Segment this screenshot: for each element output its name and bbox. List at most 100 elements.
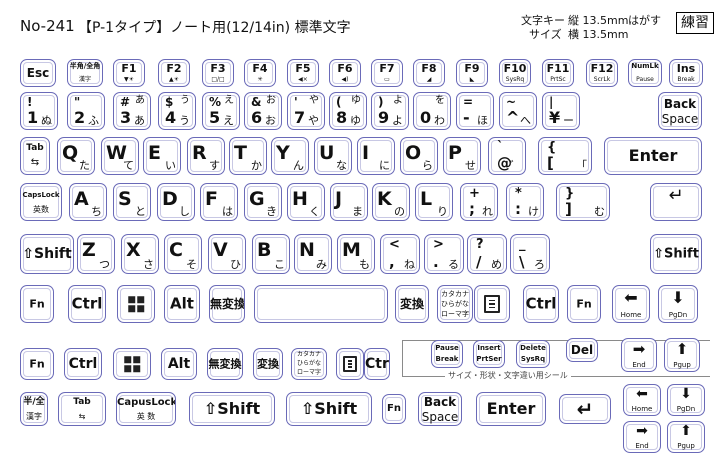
key-num-3[interactable]: # あ 3 あ: [113, 92, 151, 130]
key-num-5[interactable]: % え 5 え: [202, 92, 240, 130]
key-i[interactable]: Iに: [357, 137, 395, 175]
spare-s_win[interactable]: [113, 348, 151, 380]
spare-delete[interactable]: Delete SysRq: [516, 340, 550, 368]
key-q[interactable]: Qた: [57, 137, 95, 175]
key-r[interactable]: Rす: [187, 137, 225, 175]
key-bottom-kana[interactable]: カタカナ ひらがな ローマ字: [437, 285, 473, 323]
key-c[interactable]: Cそ: [164, 234, 202, 274]
spare-s_fn[interactable]: Fn: [20, 348, 54, 380]
key-ins[interactable]: Ins Break: [669, 59, 703, 87]
key-bottom-down[interactable]: ⬇ PgDn: [658, 285, 698, 323]
key-j[interactable]: Jま: [330, 183, 368, 221]
key-k[interactable]: Kの: [372, 183, 410, 221]
key-f5[interactable]: F5 ◀×: [287, 59, 319, 87]
spare-s_pgdn[interactable]: ⬇ PgDn: [667, 384, 705, 416]
key-f9[interactable]: F9 ◣: [456, 59, 488, 87]
key-num-2[interactable]: " 2 ふ: [67, 92, 105, 130]
key-num-backspace[interactable]: Back Space: [658, 92, 702, 130]
key-num-8[interactable]: (ゆ 8 ゆ: [329, 92, 367, 130]
key-f3[interactable]: F3 □/□: [202, 59, 234, 87]
key-x[interactable]: Xさ: [121, 234, 159, 274]
key-o[interactable]: Oら: [400, 137, 438, 175]
key-f2[interactable]: F2 ▲☀: [158, 59, 190, 87]
key-u[interactable]: Uな: [314, 137, 352, 175]
key-v[interactable]: Vひ: [208, 234, 246, 274]
key-hankaku[interactable]: 半角/全角 漢字: [67, 59, 103, 87]
spare-right_end[interactable]: ➡ End: [621, 338, 657, 372]
key-g[interactable]: Gき: [244, 183, 282, 221]
key-d[interactable]: Dし: [157, 183, 195, 221]
spare-s_henkan[interactable]: 変換: [253, 348, 283, 380]
key-num-caret[interactable]: ~ ^ へ: [499, 92, 537, 130]
spare-s_caps[interactable]: CapusLock 英 数: [116, 392, 176, 426]
key-comma[interactable]: <, ね: [380, 234, 420, 274]
spare-s_rshift[interactable]: ⇧Shift: [286, 392, 372, 426]
key-lshift[interactable]: ⇧Shift: [20, 234, 74, 274]
spare-s_lshift[interactable]: ⇧Shift: [189, 392, 275, 426]
spare-s_hankaku[interactable]: 半/全 漢字: [20, 392, 48, 426]
key-s[interactable]: Sと: [113, 183, 151, 221]
key-b[interactable]: Bこ: [252, 234, 290, 274]
key-f4[interactable]: F4 ✳: [244, 59, 276, 87]
spare-s_menu[interactable]: [336, 348, 364, 380]
key-f12[interactable]: F12 ScrLk: [586, 59, 618, 87]
key-colon[interactable]: *: け: [506, 183, 544, 221]
spare-s_enter[interactable]: Enter: [476, 392, 546, 426]
key-esc[interactable]: Esc: [20, 59, 56, 87]
key-bracket[interactable]: {[「: [538, 137, 592, 175]
key-n[interactable]: Nみ: [294, 234, 332, 274]
key-f7[interactable]: F7 ▭: [371, 59, 403, 87]
key-bottom-win[interactable]: [117, 285, 155, 323]
key-bottom-menu[interactable]: [474, 285, 510, 323]
key-slash[interactable]: ? / め: [467, 234, 507, 274]
key-num-4[interactable]: $ う 4 う: [158, 92, 196, 130]
spare-up_pgup[interactable]: ⬆ Pgup: [664, 338, 700, 372]
key-f11[interactable]: F11 PrtSc: [542, 59, 574, 87]
key-num-yen[interactable]: | ¥ ー: [542, 92, 580, 130]
key-p[interactable]: Pせ: [443, 137, 481, 175]
key-at[interactable]: ` @ ゛: [488, 137, 526, 175]
key-period[interactable]: >. る: [424, 234, 464, 274]
key-tab[interactable]: Tab ⇆: [20, 137, 50, 175]
key-f8[interactable]: F8 ◢: [413, 59, 445, 87]
key-backslash[interactable]: _ \ ろ: [510, 234, 550, 274]
key-bottom-henkan[interactable]: 変換: [395, 285, 429, 323]
spare-s_fn2[interactable]: Fn: [382, 394, 406, 424]
key-z[interactable]: Zつ: [77, 234, 115, 274]
key-t[interactable]: Tか: [229, 137, 267, 175]
key-bottom-rctrl[interactable]: Ctrl: [523, 285, 559, 323]
key-bottom-ctrl[interactable]: Ctrl: [68, 285, 106, 323]
key-l[interactable]: Lり: [415, 183, 453, 221]
key-numlk[interactable]: NumLk Pause: [628, 59, 662, 87]
spare-s_alt[interactable]: Alt: [161, 348, 197, 380]
spare-s_ctrl2[interactable]: Ctrl: [364, 348, 390, 380]
key-bottom-fn[interactable]: Fn: [20, 285, 54, 323]
key-num-9[interactable]: ) よ 9 よ: [371, 92, 409, 130]
key-num-0[interactable]: を0わ: [413, 92, 451, 130]
key-rshift[interactable]: ⇧Shift: [650, 234, 702, 274]
key-f1[interactable]: F1 ▼☀: [113, 59, 145, 87]
spare-s_pgup[interactable]: ⬆ Pgup: [667, 421, 705, 453]
key-bottom-alt[interactable]: Alt: [164, 285, 200, 323]
spare-s_kana[interactable]: カタカナ ひらがな ローマ字: [291, 348, 327, 380]
spare-s_home[interactable]: ⬅ Home: [623, 384, 661, 416]
key-semicolon[interactable]: +; れ: [460, 183, 498, 221]
key-enter2[interactable]: ↵: [650, 183, 702, 221]
key-h[interactable]: Hく: [287, 183, 325, 221]
spare-del[interactable]: Del: [566, 338, 598, 362]
key-y[interactable]: Yん: [271, 137, 309, 175]
key-a[interactable]: Aち: [69, 183, 107, 221]
key-num-6[interactable]: & お 6 お: [244, 92, 282, 130]
key-bottom-muhenkan[interactable]: 無変換: [209, 285, 245, 323]
spare-s_ctrl[interactable]: Ctrl: [64, 348, 102, 380]
key-f6[interactable]: F6 ◀): [329, 59, 361, 87]
key-rbracket[interactable]: }] む: [556, 183, 610, 221]
spare-s_tab[interactable]: Tab ⇆: [58, 392, 106, 426]
spare-s_muhenkan[interactable]: 無変換: [207, 348, 243, 380]
spare-s_enter_arrow[interactable]: ↵: [559, 394, 611, 424]
key-e[interactable]: Eい: [143, 137, 181, 175]
key-w[interactable]: Wて: [101, 137, 139, 175]
key-num-7[interactable]: ' や 7 や: [287, 92, 325, 130]
key-bottom-space[interactable]: [254, 285, 388, 323]
key-m[interactable]: Mも: [337, 234, 375, 274]
